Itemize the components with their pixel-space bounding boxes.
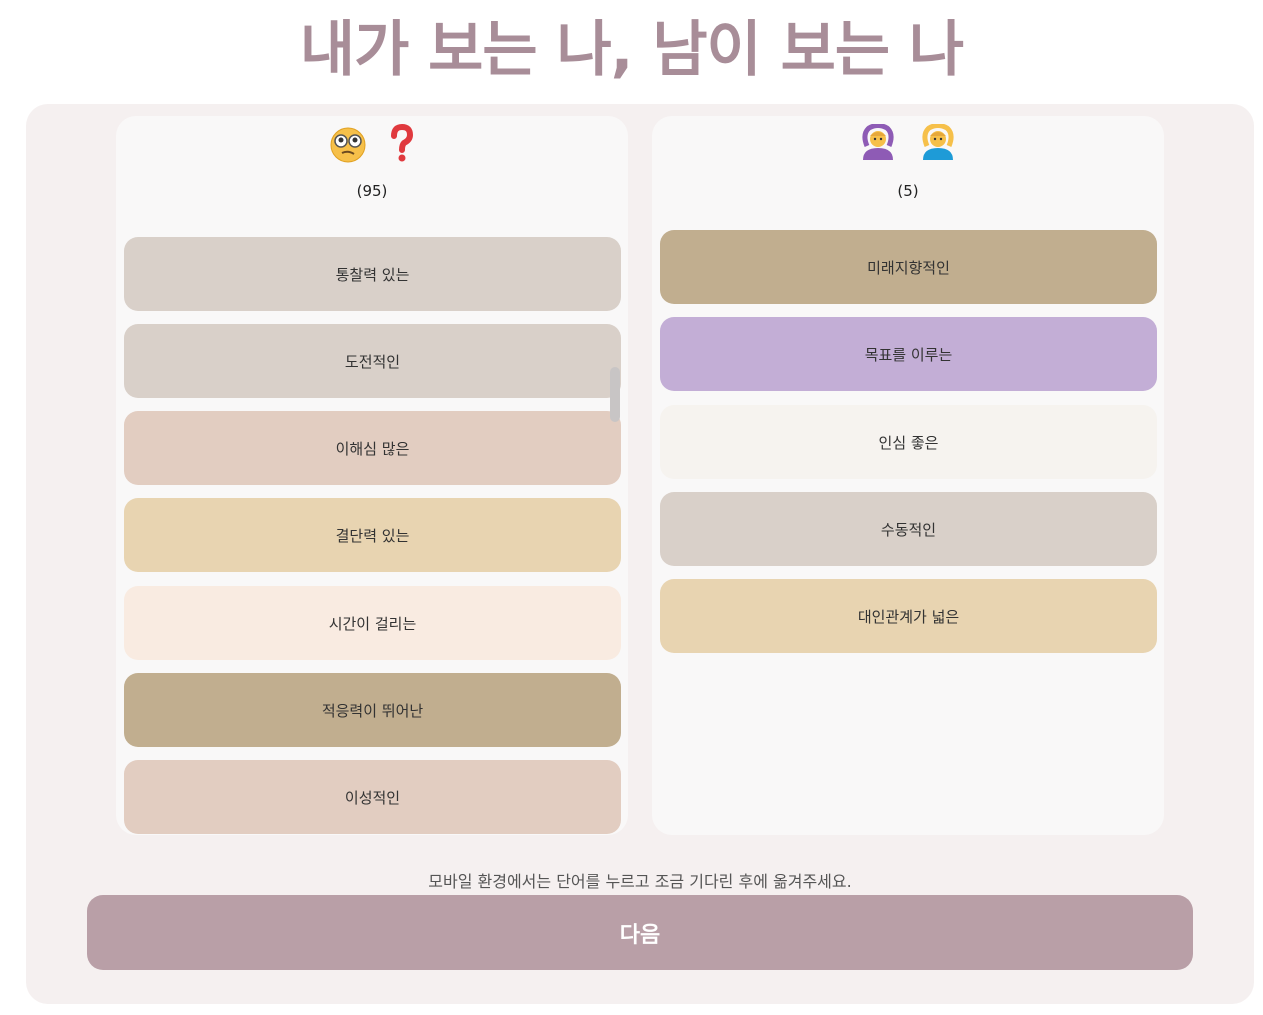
word-chip[interactable]: 수동적인 (660, 492, 1157, 566)
word-chip[interactable]: 대인관계가 넓은 (660, 579, 1157, 653)
person-ok-gesture-icon (859, 123, 897, 173)
word-chip[interactable]: 도전적인 (124, 324, 621, 398)
page-title: 내가 보는 나, 남이 보는 나 (299, 15, 964, 85)
word-chip[interactable]: 통찰력 있는 (124, 237, 621, 311)
others-view-icons (652, 123, 1164, 173)
person-ok-gesture-icon (919, 123, 957, 173)
word-chip[interactable]: 목표를 이루는 (660, 317, 1157, 391)
self-view-column[interactable]: (95) 통찰력 있는 도전적인 이해심 많은 결단력 있는 시간이 걸리는 적… (116, 116, 628, 835)
word-chip[interactable]: 이성적인 (124, 760, 621, 834)
word-sort-panel: (95) 통찰력 있는 도전적인 이해심 많은 결단력 있는 시간이 걸리는 적… (26, 104, 1254, 1004)
others-view-count: (5) (897, 182, 919, 200)
word-chip[interactable]: 이해심 많은 (124, 411, 621, 485)
mobile-hint: 모바일 환경에서는 단어를 누르고 조금 기다린 후에 옮겨주세요. (428, 872, 852, 891)
word-chip[interactable]: 인심 좋은 (660, 405, 1157, 479)
column-scrollbar[interactable] (610, 367, 620, 422)
thinking-face-icon (329, 126, 367, 175)
self-view-icons (116, 123, 628, 175)
word-chip[interactable]: 미래지향적인 (660, 230, 1157, 304)
word-chip[interactable]: 결단력 있는 (124, 498, 621, 572)
others-view-column[interactable]: (5) 미래지향적인 목표를 이루는 인심 좋은 수동적인 대인관계가 넓은 (652, 116, 1164, 835)
word-chip[interactable]: 시간이 걸리는 (124, 586, 621, 660)
question-mark-icon (389, 123, 415, 173)
word-chip[interactable]: 적응력이 뛰어난 (124, 673, 621, 747)
next-button[interactable]: 다음 (87, 895, 1193, 970)
self-view-count: (95) (356, 182, 388, 200)
